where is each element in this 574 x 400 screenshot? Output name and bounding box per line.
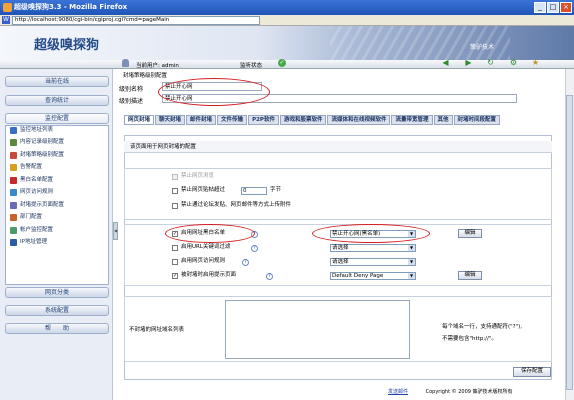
edit-deny-page-button[interactable]: 编辑 — [458, 271, 482, 280]
maximize-button[interactable]: □ — [547, 2, 559, 13]
disable-browse-checkbox[interactable] — [172, 174, 178, 180]
exempt-domain-hint: 每个域名一行，支持通配符("?"), 不需要包含"http://"。 — [442, 321, 552, 345]
url-keyword-label: 启用URL关键词过滤 — [181, 244, 231, 250]
tab-game-stock[interactable]: 游戏和股票软件 — [279, 115, 327, 125]
category-tabs: 网页封堵 聊天封堵 邮件封堵 文件传输 P2P软件 游戏和股票软件 流媒体和在线… — [124, 115, 552, 135]
url-field[interactable]: http://localhost:9080/cgi-bin/cgiproj.cg… — [12, 16, 260, 25]
level-name-label: 级别名称 — [119, 86, 144, 93]
post-size-input[interactable]: 0 — [241, 187, 267, 195]
tab-other[interactable]: 其他 — [433, 115, 453, 125]
tab-streaming[interactable]: 流媒体和在线视频软件 — [327, 115, 391, 125]
sidebar-item-monitor-address[interactable]: 监控地址列表 — [10, 126, 53, 135]
window-title-bar: 超级嗅探狗3.3 - Mozilla Firefox — [0, 0, 574, 15]
url-keyword-checkbox[interactable] — [172, 245, 178, 251]
blacklist-icon — [10, 177, 17, 184]
post-size-unit: 字节 — [270, 187, 282, 193]
alert-icon — [10, 164, 17, 171]
edit-whitelist-button[interactable]: 编辑 — [458, 229, 482, 238]
level-desc-label: 级别描述 — [119, 98, 144, 105]
sidebar-item-content-record[interactable]: 内容记录级别配置 — [10, 138, 64, 147]
exempt-domain-label: 不封堵的网址域名列表 — [129, 327, 185, 333]
page-icon — [10, 202, 17, 209]
list-icon — [10, 127, 17, 134]
app-title: 超级嗅探狗 — [34, 38, 100, 53]
limit-post-checkbox[interactable] — [172, 188, 178, 194]
sidebar-section-monitor-config[interactable]: 监控配置 — [5, 113, 109, 124]
exempt-domain-textarea[interactable] — [225, 300, 410, 359]
help-icon[interactable]: ? — [266, 273, 273, 280]
sidebar-section-help[interactable]: 帮 助 — [5, 323, 109, 334]
page-title: 封堵策略级别配置 — [123, 73, 168, 79]
tab-block-time[interactable]: 封堵时间段配置 — [453, 115, 501, 125]
tab-bandwidth[interactable]: 流量带宽管理 — [391, 115, 433, 125]
web-rule-label: 启用网页访问规则 — [181, 258, 226, 264]
chevron-down-icon: ▼ — [408, 245, 415, 251]
block-icon — [10, 152, 17, 159]
deny-page-label: 被封堵时启用提示页面 — [181, 272, 237, 278]
sidebar-item-block-policy[interactable]: 封堵策略级别配置 — [10, 151, 64, 160]
sidebar-item-account-monitor[interactable]: 帐户监控配置 — [10, 226, 53, 235]
sidebar-item-block-page[interactable]: 封堵提示页面配置 — [10, 201, 64, 210]
minimize-button[interactable]: _ — [534, 2, 546, 13]
block-attachment-label: 禁止通过论坛发贴、网页邮件等方式上传附件 — [181, 202, 292, 208]
window-controls: _ □ × — [534, 2, 572, 13]
status-ok-icon: ✓ — [278, 59, 286, 67]
web-rule-checkbox[interactable] — [172, 259, 178, 265]
site-icon: W — [2, 16, 10, 24]
sidebar-item-ip-management[interactable]: IP地址管理 — [10, 238, 47, 247]
footer: 发送邮件 Copyright © 2009 策驴技术版权所有 — [388, 388, 513, 395]
scrollbar-thumb[interactable] — [566, 95, 573, 390]
star-icon[interactable]: ★ — [531, 59, 540, 67]
record-icon — [10, 139, 17, 146]
department-icon — [10, 214, 17, 221]
firefox-app-icon — [3, 3, 12, 12]
window-title: 超级嗅探狗3.3 - Mozilla Firefox — [14, 3, 128, 11]
hint-line: 不需要包含"http://"。 — [442, 336, 497, 342]
send-mail-link[interactable]: 发送邮件 — [388, 389, 408, 395]
tab-web-block[interactable]: 网页封堵 — [124, 115, 155, 125]
deny-page-checkbox[interactable]: ✓ — [172, 273, 178, 279]
tools-icon[interactable]: ⚙ — [509, 59, 518, 67]
monitor-status-label: 监听状态 — [240, 63, 263, 69]
back-arrow-icon[interactable]: ◀ — [441, 59, 450, 67]
current-user: 当前用户: admin — [136, 63, 179, 69]
hint-line: 每个域名一行，支持通配符("?"), — [442, 324, 523, 330]
chevron-down-icon: ▼ — [408, 259, 415, 265]
help-icon[interactable]: ? — [251, 245, 258, 252]
account-icon — [10, 227, 17, 234]
sidebar-section-query[interactable]: 查询统计 — [5, 95, 109, 106]
tab-p2p[interactable]: P2P软件 — [248, 115, 279, 125]
tab-chat-block[interactable]: 聊天封堵 — [155, 115, 186, 125]
web-rule-select[interactable]: 请选择 ▼ — [330, 258, 416, 266]
block-attachment-checkbox[interactable] — [172, 203, 178, 209]
sidebar-section-system[interactable]: 系统配置 — [5, 305, 109, 316]
header-right-text: 策驴技术 — [470, 44, 495, 51]
tab-mail-block[interactable]: 邮件封堵 — [186, 115, 217, 125]
sidebar-item-department[interactable]: 部门配置 — [10, 213, 42, 222]
refresh-icon[interactable]: ↻ — [486, 59, 495, 67]
highlight-annotation — [158, 78, 270, 106]
sidebar-section-online[interactable]: 当前在线 — [5, 76, 109, 87]
user-icon — [122, 59, 129, 67]
sidebar-item-alert[interactable]: 告警配置 — [10, 163, 42, 172]
highlight-annotation — [312, 224, 430, 243]
sidebar-item-blacklist[interactable]: 黑白名单配置 — [10, 176, 53, 185]
url-keyword-select[interactable]: 请选择 ▼ — [330, 244, 416, 252]
help-icon[interactable]: ? — [242, 259, 249, 266]
section-description: 该页面用于网页封堵的配置 — [124, 141, 552, 153]
network-icon — [10, 239, 17, 246]
deny-page-select[interactable]: Default Deny Page ▼ — [330, 272, 416, 280]
tab-file-transfer[interactable]: 文件传输 — [217, 115, 248, 125]
disable-browse-label: 禁止网页浏览 — [181, 173, 215, 179]
close-button[interactable]: × — [560, 2, 572, 13]
highlight-annotation — [165, 224, 255, 243]
save-button[interactable]: 保存配置 — [513, 367, 551, 377]
globe-icon — [10, 189, 17, 196]
limit-post-label: 禁止网页贴帖超过 — [181, 187, 226, 193]
sidebar-item-web-rules[interactable]: 网页访问规则 — [10, 188, 53, 197]
copyright: Copyright © 2009 策驴技术版权所有 — [425, 389, 513, 395]
forward-arrow-icon[interactable]: ▶ — [464, 59, 473, 67]
chevron-down-icon: ▼ — [408, 273, 415, 279]
sidebar-section-web-category[interactable]: 网页分类 — [5, 287, 109, 298]
